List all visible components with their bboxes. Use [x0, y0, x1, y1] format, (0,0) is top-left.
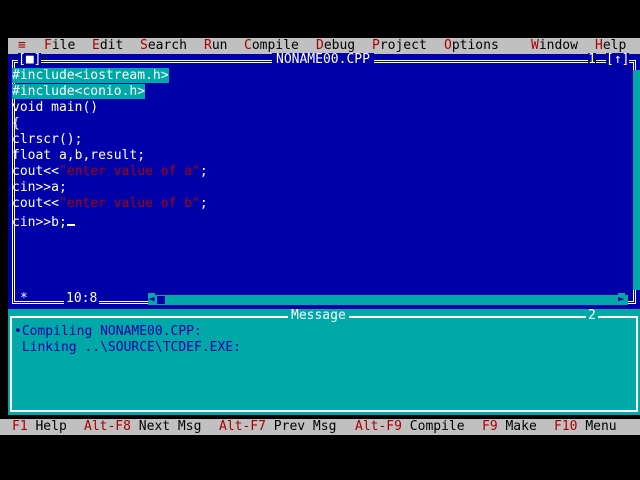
code-line[interactable]: cin>>b; [12, 212, 75, 230]
menu-label: elp [602, 38, 627, 53]
status-bar: F1 Help Alt-F8 Next Msg Alt-F7 Prev Msg … [0, 419, 640, 435]
code-token: cin>>b; [12, 215, 67, 230]
code-line[interactable]: float a,b,result; [12, 148, 145, 164]
menu-hotkey: D [316, 38, 324, 53]
code-token: "enter value of b" [58, 196, 200, 211]
menu-run[interactable]: Run [204, 38, 227, 54]
menu-label: dit [99, 38, 124, 53]
status-make[interactable]: F9 Make [482, 419, 537, 435]
code-line[interactable]: #include<conio.h> [12, 84, 146, 100]
menu-label: un [211, 38, 228, 53]
code-line[interactable]: cout<<"enter value of a"; [12, 164, 208, 180]
menu-hotkey: R [204, 38, 212, 53]
code-token: float a,b,result; [12, 148, 146, 163]
status-label: Compile [409, 419, 465, 434]
menu-edit[interactable]: Edit [92, 38, 123, 54]
menu-label: roject [379, 38, 427, 53]
zoom-button[interactable]: [↑] [606, 53, 630, 67]
vertical-scrollbar[interactable] [633, 70, 640, 290]
close-button[interactable]: [■] [18, 53, 42, 67]
menu-options[interactable]: Options [444, 38, 499, 54]
code-token: "enter value of a" [58, 164, 200, 179]
code-token: ; [199, 164, 208, 179]
status-key: F10 [554, 419, 578, 434]
menu-hotkey: C [244, 38, 252, 53]
status-key: F1 [12, 419, 28, 434]
message-line[interactable]: Linking ..\SOURCE\TCDEF.EXE: [14, 340, 241, 356]
menu-file[interactable]: File [44, 38, 75, 54]
code-line[interactable]: { [12, 116, 20, 132]
menu-hotkey: E [92, 38, 100, 53]
code-line[interactable]: cout<<"enter value of b"; [12, 196, 208, 212]
code-token: ; [199, 196, 208, 211]
message-window-number: 2 [586, 308, 598, 323]
status-help[interactable]: F1 Help [12, 419, 67, 435]
code-area[interactable]: #include<iostream.h> #include<conio.h> voi… [0, 68, 632, 292]
menu-hotkey: S [140, 38, 148, 53]
menu-hotkey: P [372, 38, 380, 53]
status-next-msg[interactable]: Alt-F8 Next Msg [84, 419, 201, 435]
menu-window[interactable]: Window [531, 38, 578, 54]
code-token: cout<< [12, 164, 59, 179]
code-token: cin>>a; [12, 180, 67, 195]
cursor-position: 10:8 [64, 291, 100, 306]
menu-hotkey: F [44, 38, 52, 53]
code-token: #include<conio.h> [12, 84, 146, 99]
code-line[interactable]: clrscr(); [12, 132, 82, 148]
code-line[interactable]: void main() [12, 100, 98, 116]
status-key: Alt-F9 [355, 419, 402, 434]
menu-hotkey: H [595, 38, 603, 53]
menu-label: earch [147, 38, 187, 53]
menu-project[interactable]: Project [372, 38, 427, 54]
status-label: Prev Msg [273, 419, 337, 434]
scroll-left-icon[interactable]: ◄ [148, 293, 155, 305]
menu-hotkey: O [444, 38, 452, 53]
editor-title: NONAME00.CPP [272, 53, 374, 67]
menu-search[interactable]: Search [140, 38, 187, 54]
status-compile[interactable]: Alt-F9 Compile [355, 419, 465, 435]
status-label: Menu [585, 419, 617, 434]
window-number: 1 [588, 52, 596, 67]
status-key: Alt-F8 [84, 419, 131, 434]
code-token: #include<iostream.h> [12, 68, 169, 83]
code-token: cout<< [12, 196, 59, 211]
status-label: Next Msg [138, 419, 202, 434]
status-label: Make [505, 419, 537, 434]
message-title: Message [288, 309, 349, 323]
status-key: F9 [482, 419, 498, 434]
status-menu[interactable]: F10 Menu [554, 419, 617, 435]
code-token: void main() [12, 100, 99, 115]
message-line[interactable]: •Compiling NONAME00.CPP: [14, 324, 202, 340]
horizontal-scrollbar[interactable] [150, 295, 628, 305]
status-prev-msg[interactable]: Alt-F7 Prev Msg [219, 419, 336, 435]
menu-label: ebug [323, 38, 356, 53]
code-line[interactable]: cin>>a; [12, 180, 67, 196]
menu-hotkey: W [531, 38, 539, 53]
code-token: { [12, 116, 20, 131]
menu-label: ile [51, 38, 76, 53]
menu-label: indow [538, 38, 578, 53]
scroll-right-icon[interactable]: ► [618, 293, 625, 305]
status-key: Alt-F7 [219, 419, 266, 434]
menu-label: ompile [251, 38, 299, 53]
menu-label: ptions [451, 38, 499, 53]
status-label: Help [35, 419, 67, 434]
code-token: clrscr(); [12, 132, 83, 147]
text-cursor [66, 212, 75, 226]
code-line[interactable]: #include<iostream.h> [12, 68, 169, 84]
scroll-thumb[interactable] [156, 295, 166, 305]
modified-marker: * [20, 291, 28, 306]
